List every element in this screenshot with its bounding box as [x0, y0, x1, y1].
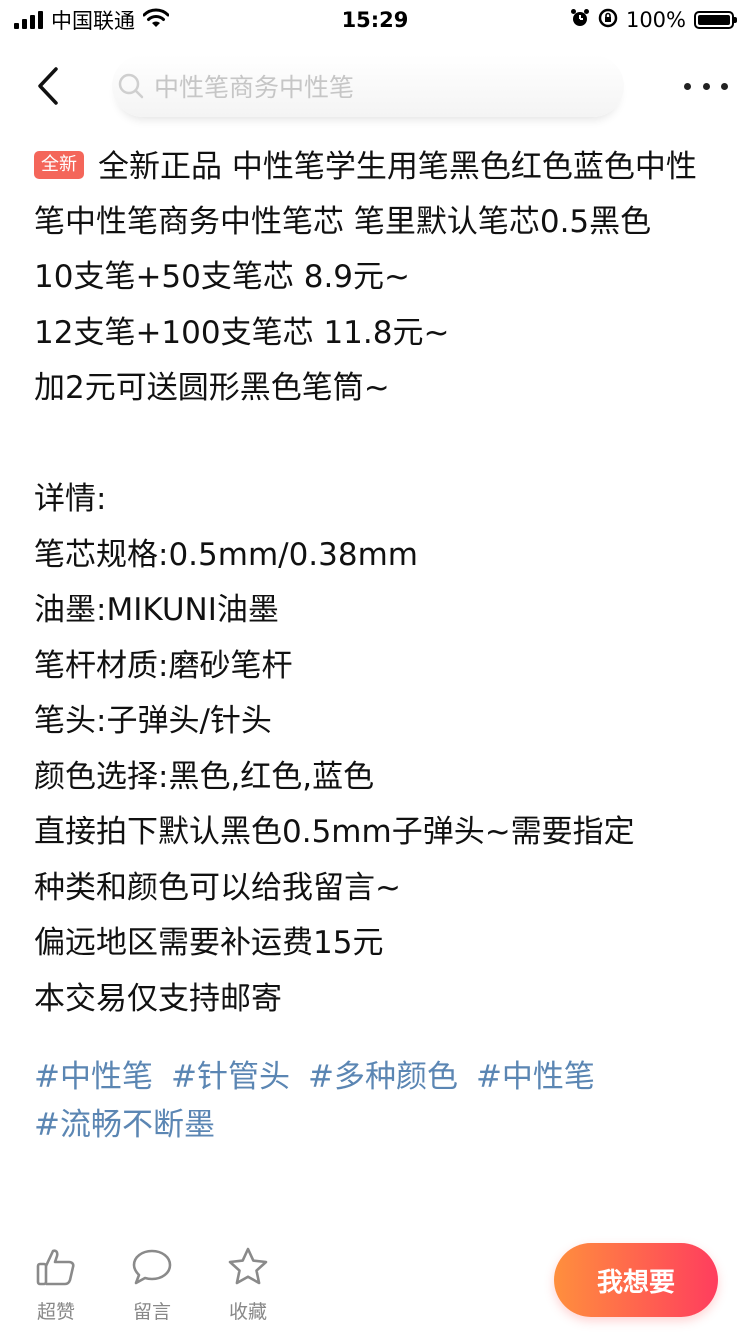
description-line: 偏远地区需要补运费15元 — [34, 925, 384, 961]
tag-link[interactable]: #中性笔 — [476, 1053, 595, 1101]
description-line: 本交易仅支持邮寄 — [34, 980, 282, 1017]
battery-percent: 100% — [625, 8, 686, 32]
search-bar[interactable]: 中性笔商务中性笔 — [112, 55, 624, 117]
battery-icon — [694, 11, 737, 29]
wifi-icon — [142, 8, 170, 33]
comment-button[interactable]: 留言 — [128, 1245, 176, 1324]
thumbs-up-icon — [34, 1245, 78, 1289]
search-placeholder: 中性笔商务中性笔 — [154, 73, 355, 102]
condition-badge: 全新 — [34, 151, 84, 179]
like-label: 超赞 — [36, 1300, 75, 1323]
status-right: 100% — [570, 8, 737, 33]
description-line: 笔头:子弹头/针头 — [34, 703, 272, 739]
description-line: 详情: — [34, 481, 107, 517]
tag-link[interactable]: #多种颜色 — [308, 1053, 458, 1101]
more-dots-icon — [684, 82, 691, 90]
rotation-lock-icon — [598, 8, 618, 33]
description-line: 10支笔+50支笔芯 8.9元~ — [34, 259, 410, 295]
status-left: 中国联通 — [14, 5, 170, 35]
signal-icon — [14, 11, 43, 29]
description-line: 加2元可送圆形黑色笔筒~ — [34, 370, 390, 406]
description-blank-line — [34, 417, 724, 473]
like-button[interactable]: 超赞 — [32, 1245, 80, 1324]
status-bar: 中国联通 15:29 100% — [0, 0, 750, 40]
back-button[interactable] — [28, 61, 68, 111]
description-line: 12支笔+100支笔芯 11.8元~ — [34, 314, 450, 351]
favorite-button[interactable]: 收藏 — [224, 1245, 272, 1324]
search-icon — [116, 71, 146, 101]
speech-bubble-icon — [130, 1245, 174, 1289]
description-line: 直接拍下默认黑色0.5mm子弹头~需要指定 — [34, 814, 635, 850]
description-line: 笔杆材质:磨砂笔杆 — [34, 647, 293, 684]
description-line: 种类和颜色可以给我留言~ — [34, 869, 401, 906]
nav-bar: 中性笔商务中性笔 — [0, 52, 750, 120]
tag-link[interactable]: #中性笔 — [34, 1053, 153, 1101]
post-content: 全新 全新正品 中性笔学生用笔黑色红色蓝色中性笔中性笔商务中性笔芯 笔里默认笔芯0… — [34, 140, 724, 1149]
want-button[interactable]: 我想要 — [554, 1243, 718, 1317]
description-line: 颜色选择:黑色,红色,蓝色 — [34, 758, 375, 795]
post-title: 全新 全新正品 中性笔学生用笔黑色红色蓝色中性笔中性笔商务中性笔芯 笔里默认笔芯0… — [34, 140, 724, 250]
star-icon — [226, 1245, 270, 1289]
post-title-text: 全新正品 中性笔学生用笔黑色红色蓝色中性笔中性笔商务中性笔芯 笔里默认笔芯0.5… — [34, 149, 697, 240]
post-description: 10支笔+50支笔芯 8.9元~ 12支笔+100支笔芯 11.8元~ 加2元可… — [34, 250, 724, 1027]
description-line: 油墨:MIKUNI油墨 — [34, 592, 279, 628]
favorite-label: 收藏 — [228, 1300, 267, 1323]
description-line: 笔芯规格:0.5mm/0.38mm — [34, 536, 419, 573]
more-button[interactable] — [684, 64, 728, 108]
battery-level — [698, 15, 730, 25]
carrier-name: 中国联通 — [51, 9, 135, 33]
bottom-action-bar: 超赞 留言 收藏 我想要 — [0, 1234, 750, 1334]
chevron-left-icon — [38, 67, 58, 105]
tag-link[interactable]: #针管头 — [171, 1053, 290, 1101]
tag-link[interactable]: #流畅不断墨 — [34, 1101, 215, 1149]
tag-list: #中性笔 #针管头 #多种颜色 #中性笔 #流畅不断墨 — [34, 1053, 724, 1149]
alarm-clock-icon — [570, 8, 590, 33]
comment-label: 留言 — [132, 1300, 171, 1323]
